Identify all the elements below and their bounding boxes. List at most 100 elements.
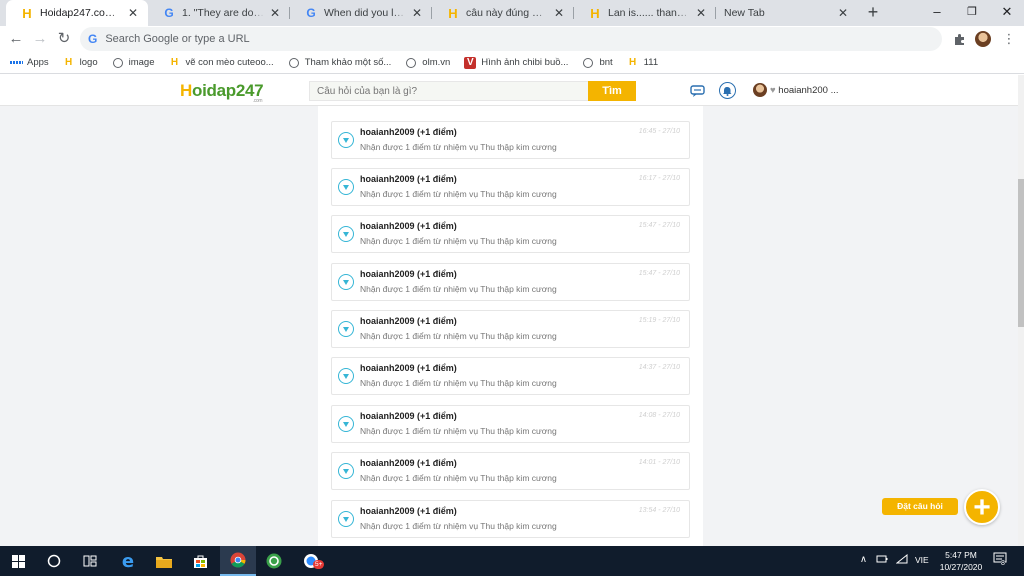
down-arrow-badge-icon xyxy=(338,274,354,290)
question-search-input[interactable] xyxy=(309,81,589,101)
action-center-icon[interactable]: 8 xyxy=(993,552,1007,568)
chat-icon[interactable] xyxy=(689,83,705,99)
address-bar[interactable]: G xyxy=(80,27,942,51)
tab-hoidap247[interactable]: H Hoidap247.com - Hỏi đáp ✕ xyxy=(6,0,148,26)
search-circle-icon[interactable] xyxy=(36,546,72,576)
tab-new-tab[interactable]: New Tab ✕ xyxy=(716,0,858,26)
bookmark-image[interactable]: image xyxy=(112,57,155,69)
omnibox-input[interactable] xyxy=(105,33,806,45)
bookmark-hinh-anh-chibi[interactable]: V Hình ảnh chibi buồ... xyxy=(464,56,568,69)
list-item[interactable]: hoaianh2009 (+1 điểm) Nhận được 1 điểm t… xyxy=(331,168,690,206)
globe-icon xyxy=(112,57,124,69)
ask-question-plus-button[interactable]: + xyxy=(964,489,1000,525)
close-tab-icon[interactable]: ✕ xyxy=(126,6,140,20)
list-item[interactable]: hoaianh2009 (+1 điểm) Nhận được 1 điểm t… xyxy=(331,215,690,253)
language-indicator[interactable]: VIE xyxy=(915,555,929,565)
tab-hoidap-3[interactable]: H Lan is...... than Hoa( tall ✕ xyxy=(574,0,716,26)
list-item[interactable]: hoaianh2009 (+1 điểm) Nhận được 1 điểm t… xyxy=(331,263,690,301)
unread-badge: 5+ xyxy=(313,560,325,569)
list-item[interactable]: hoaianh2009 (+1 điểm) Nhận được 1 điểm t… xyxy=(331,357,690,395)
ask-question-label[interactable]: Đặt câu hỏi xyxy=(882,498,958,515)
restore-icon[interactable]: ❐ xyxy=(955,0,989,26)
search-button[interactable]: Tìm xyxy=(588,81,636,101)
menu-kebab-icon[interactable]: ⋮ xyxy=(1000,30,1018,48)
system-clock[interactable]: 5:47 PM 10/27/2020 xyxy=(932,549,990,573)
back-arrow-icon[interactable]: ← xyxy=(6,29,26,49)
battery-icon[interactable] xyxy=(876,554,888,567)
notification-message: Nhận được 1 điểm từ nhiệm vụ Thu thập ki… xyxy=(360,142,557,152)
bookmark-apps[interactable]: Apps xyxy=(10,57,49,69)
file-explorer-icon[interactable] xyxy=(146,546,182,576)
notification-count: 8 xyxy=(1001,560,1005,567)
google-favicon: G xyxy=(306,6,316,20)
task-view-icon[interactable] xyxy=(72,546,108,576)
hoidap-favicon: H xyxy=(629,57,637,68)
reload-icon[interactable]: ↻ xyxy=(54,29,74,49)
bookmark-label: logo xyxy=(79,57,98,68)
forward-arrow-icon[interactable]: → xyxy=(30,29,50,49)
page-scrollbar[interactable] xyxy=(1018,75,1024,546)
minimize-icon[interactable]: – xyxy=(920,0,954,26)
close-tab-icon[interactable]: ✕ xyxy=(552,6,566,20)
notification-user: hoaianh2009 (+1 điểm) xyxy=(360,269,457,279)
notification-time: 15:47 - 27/10 xyxy=(638,270,680,277)
clock-date: 10/27/2020 xyxy=(939,562,983,572)
google-favicon: G xyxy=(164,6,174,20)
tab-title: Hoidap247.com - Hỏi đáp xyxy=(40,7,122,19)
list-item[interactable]: hoaianh2009 (+1 điểm) Nhận được 1 điểm t… xyxy=(331,121,690,159)
notification-message: Nhận được 1 điểm từ nhiệm vụ Thu thập ki… xyxy=(360,378,557,388)
edge-browser-icon[interactable]: e xyxy=(110,546,146,576)
notification-time: 14:37 - 27/10 xyxy=(638,364,680,371)
site-logo[interactable]: Hoidap247 .com xyxy=(180,81,264,104)
chrome-icon[interactable] xyxy=(220,546,256,576)
store-bag-icon[interactable] xyxy=(182,546,218,576)
bookmark-111[interactable]: H 111 xyxy=(627,57,658,69)
notification-time: 15:19 - 27/10 xyxy=(638,317,680,324)
bookmark-tham-khao[interactable]: Tham khảo một số... xyxy=(288,57,391,69)
extensions-puzzle-icon[interactable] xyxy=(950,30,968,48)
notification-user: hoaianh2009 (+1 điểm) xyxy=(360,127,457,137)
close-window-icon[interactable]: ✕ xyxy=(990,0,1024,26)
bookmark-bnt[interactable]: bnt xyxy=(582,57,613,69)
chevron-up-icon[interactable]: ∧ xyxy=(860,554,867,565)
scrollbar-thumb[interactable] xyxy=(1018,179,1024,327)
windows-start-icon[interactable] xyxy=(0,546,36,576)
bookmark-label: vẽ con mèo cuteoo... xyxy=(185,57,274,68)
notification-time: 15:47 - 27/10 xyxy=(638,222,680,229)
notification-user: hoaianh2009 (+1 điểm) xyxy=(360,506,457,516)
bell-icon[interactable] xyxy=(719,82,736,99)
notification-time: 16:45 - 27/10 xyxy=(638,128,680,135)
tab-hoidap-2[interactable]: H câu này đúng hay sai ta ✕ xyxy=(432,0,574,26)
bookmark-ve-con-meo[interactable]: H vẽ con mèo cuteoo... xyxy=(169,57,274,69)
down-arrow-badge-icon xyxy=(338,463,354,479)
bookmark-label: 111 xyxy=(643,57,659,68)
down-arrow-badge-icon xyxy=(338,179,354,195)
tab-google-1[interactable]: G 1. "They are doing my h ✕ xyxy=(148,0,290,26)
hoidap-favicon: H xyxy=(448,5,458,21)
browser-toolbar: ← → ↻ G ⋮ xyxy=(0,26,1024,52)
profile-avatar[interactable] xyxy=(975,31,991,47)
close-tab-icon[interactable]: ✕ xyxy=(694,6,708,20)
tab-strip: H Hoidap247.com - Hỏi đáp ✕ G 1. "They a… xyxy=(0,0,1024,26)
down-arrow-badge-icon xyxy=(338,226,354,242)
list-item[interactable]: hoaianh2009 (+1 điểm) Nhận được 1 điểm t… xyxy=(331,310,690,348)
user-avatar[interactable] xyxy=(753,83,767,97)
app-green-icon[interactable] xyxy=(256,546,292,576)
close-tab-icon[interactable]: ✕ xyxy=(410,6,424,20)
messenger-icon[interactable]: 5+ xyxy=(294,546,330,576)
windows-taskbar: e 5+ ∧ VIE 5:47 PM 10/27/2020 8 xyxy=(0,546,1024,576)
wifi-icon[interactable] xyxy=(895,553,908,567)
bookmark-logo[interactable]: H logo xyxy=(63,57,98,69)
list-item[interactable]: hoaianh2009 (+1 điểm) Nhận được 1 điểm t… xyxy=(331,452,690,490)
list-item[interactable]: hoaianh2009 (+1 điểm) Nhận được 1 điểm t… xyxy=(331,500,690,538)
list-item[interactable]: hoaianh2009 (+1 điểm) Nhận được 1 điểm t… xyxy=(331,405,690,443)
notification-user: hoaianh2009 (+1 điểm) xyxy=(360,316,457,326)
bookmarks-bar: Apps H logo image H vẽ con mèo cuteoo...… xyxy=(0,52,1024,74)
username-label[interactable]: ♥ hoaianh200 ... xyxy=(770,85,839,96)
close-tab-icon[interactable]: ✕ xyxy=(836,6,850,20)
new-tab-plus-icon[interactable]: + xyxy=(862,2,884,24)
close-tab-icon[interactable]: ✕ xyxy=(268,6,282,20)
tab-google-2[interactable]: G When did you learn to r ✕ xyxy=(290,0,432,26)
down-arrow-badge-icon xyxy=(338,511,354,527)
bookmark-olm[interactable]: olm.vn xyxy=(405,57,450,69)
